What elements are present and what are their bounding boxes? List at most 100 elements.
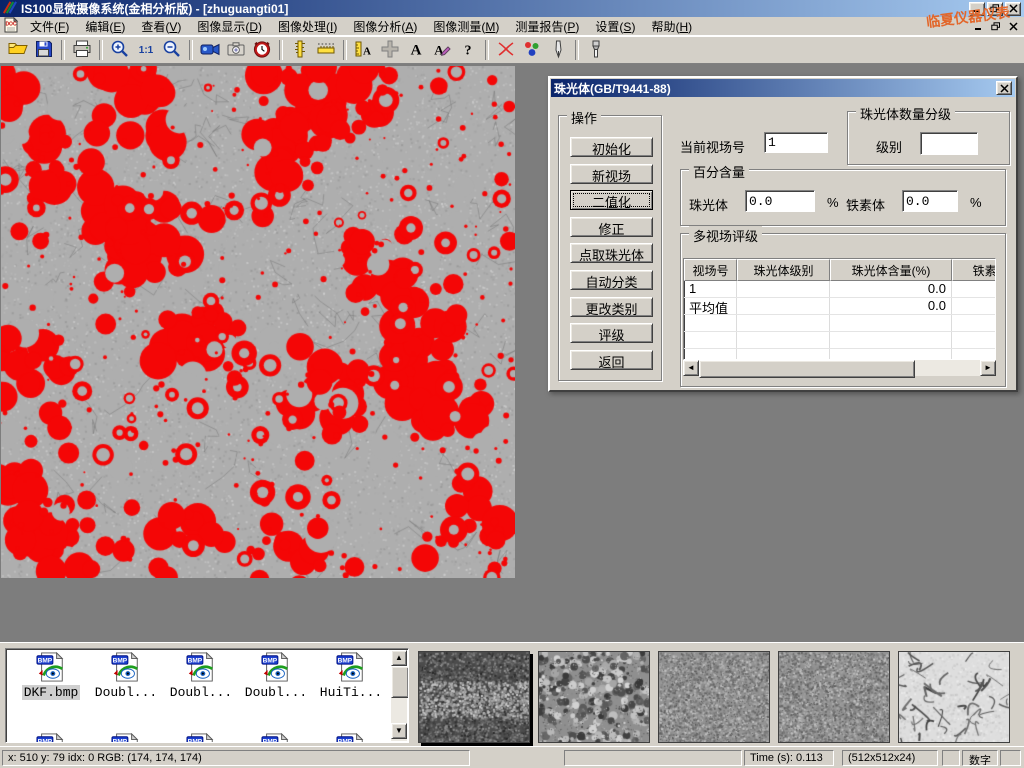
move-button[interactable] xyxy=(377,38,403,62)
video-camera-button[interactable] xyxy=(197,38,223,62)
status-time-panel: Time (s): 0.113 xyxy=(744,750,834,766)
percent-group: 百分含量 珠光体 % 铁素体 % xyxy=(680,169,1006,226)
timer-icon xyxy=(252,39,272,62)
op-button-9[interactable]: 返回 xyxy=(570,350,653,370)
status-mode-panel: 数字 xyxy=(962,750,998,766)
pearlite-percent-sign: % xyxy=(827,195,839,210)
table-horizontal-scrollbar[interactable]: ◄ ► xyxy=(683,360,996,376)
table-row[interactable] xyxy=(684,315,995,332)
table-cell xyxy=(952,315,996,331)
status-bar: x: 510 y: 79 idx: 0 RGB: (174, 174, 174)… xyxy=(0,746,1024,768)
image-thumbnail-3[interactable] xyxy=(658,651,770,743)
open-icon xyxy=(8,39,28,62)
pearlite-label: 珠光体 xyxy=(689,195,728,214)
table-cell xyxy=(952,298,996,314)
dialog-close-button[interactable] xyxy=(996,81,1012,95)
flashlight-button[interactable] xyxy=(583,38,609,62)
toolbar-separator xyxy=(99,40,103,60)
table-header-4[interactable]: 铁素体含量(%) xyxy=(952,259,996,281)
curve-delete-icon xyxy=(496,39,516,62)
one-to-one-icon: 1:1 xyxy=(136,39,156,62)
menu-item-5[interactable]: 图像处理(I) xyxy=(270,17,345,36)
svg-text:A: A xyxy=(411,42,422,58)
svg-text:?: ? xyxy=(465,43,472,58)
toolbar-separator xyxy=(485,40,489,60)
pen-icon xyxy=(548,39,568,62)
table-row[interactable]: 10.0 xyxy=(684,281,995,298)
table-row[interactable] xyxy=(684,349,995,360)
table-cell: 1 xyxy=(684,281,737,297)
level-input[interactable] xyxy=(920,132,978,155)
caliper-button[interactable] xyxy=(287,38,313,62)
menu-item-4[interactable]: 图像显示(D) xyxy=(189,17,270,36)
text-icon: A xyxy=(406,39,426,62)
image-thumbnail-2[interactable] xyxy=(538,651,650,743)
open-button[interactable] xyxy=(5,38,31,62)
print-button[interactable] xyxy=(69,38,95,62)
multi-field-group-legend: 多视场评级 xyxy=(689,226,762,245)
zoom-in-button[interactable] xyxy=(107,38,133,62)
toolbar-separator xyxy=(61,40,65,60)
print-icon xyxy=(72,39,92,62)
mode-label: 数字 xyxy=(969,755,991,766)
classify-colors-button[interactable] xyxy=(519,38,545,62)
menu-item-7[interactable]: 图像测量(M) xyxy=(425,17,507,36)
op-button-7[interactable]: 更改类别 xyxy=(570,297,653,317)
save-button[interactable] xyxy=(31,38,57,62)
op-button-4[interactable]: 修正 xyxy=(570,217,653,237)
image-thumbnail-4[interactable] xyxy=(778,651,890,743)
current-field-input[interactable] xyxy=(764,132,828,153)
op-button-8[interactable]: 评级 xyxy=(570,323,653,343)
ruler-button[interactable] xyxy=(313,38,339,62)
classify-colors-icon xyxy=(522,39,542,62)
menu-item-6[interactable]: 图像分析(A) xyxy=(345,17,425,36)
timer-button[interactable] xyxy=(249,38,275,62)
status-empty-panel-1 xyxy=(564,750,742,766)
op-button-5[interactable]: 点取珠光体 xyxy=(570,243,653,263)
op-button-2[interactable]: 新视场 xyxy=(570,164,653,184)
svg-text:DOC: DOC xyxy=(5,21,17,27)
pen-button[interactable] xyxy=(545,38,571,62)
menu-item-8[interactable]: 测量报告(P) xyxy=(507,17,587,36)
one-to-one-button[interactable]: 1:1 xyxy=(133,38,159,62)
table-cell xyxy=(952,281,996,297)
ferrite-percent-input[interactable] xyxy=(902,190,958,212)
grading-table[interactable]: 视场号珠光体级别珠光体含量(%)铁素体含量(%)10.0平均值0.0 xyxy=(683,258,996,360)
document-icon[interactable]: DOC xyxy=(3,17,19,36)
table-row[interactable] xyxy=(684,332,995,349)
menu-item-9[interactable]: 设置(S) xyxy=(587,17,643,36)
menu-item-2[interactable]: 编辑(E) xyxy=(77,17,133,36)
pearlite-percent-input[interactable] xyxy=(745,190,815,212)
table-row[interactable]: 平均值0.0 xyxy=(684,298,995,315)
svg-text:A: A xyxy=(363,45,371,57)
help-button[interactable]: ? xyxy=(455,38,481,62)
menu-item-10[interactable]: 帮助(H) xyxy=(643,17,700,36)
zoom-out-button[interactable] xyxy=(159,38,185,62)
table-header-1[interactable]: 视场号 xyxy=(684,259,737,281)
table-cell xyxy=(830,315,952,331)
measure-text-button[interactable]: A xyxy=(351,38,377,62)
metallographic-image[interactable] xyxy=(1,66,515,578)
image-dimensions: (512x512x24) xyxy=(848,752,915,764)
menu-item-1[interactable]: 文件(F) xyxy=(22,17,77,36)
text-button[interactable]: A xyxy=(403,38,429,62)
menu-item-3[interactable]: 查看(V) xyxy=(133,17,189,36)
op-button-3[interactable]: 二值化 xyxy=(570,190,653,210)
photo-camera-button[interactable] xyxy=(223,38,249,62)
scrollbar-thumb[interactable] xyxy=(699,360,915,378)
dialog-title-bar[interactable]: 珠光体(GB/T9441-88) xyxy=(551,79,1015,97)
image-thumbnail-5[interactable] xyxy=(898,651,1010,743)
scroll-right-button[interactable]: ► xyxy=(980,360,996,376)
pearlite-dialog: 珠光体(GB/T9441-88) 操作 初始化新视场二值化修正点取珠光体自动分类… xyxy=(548,76,1018,392)
table-header-3[interactable]: 珠光体含量(%) xyxy=(830,259,952,281)
table-header-2[interactable]: 珠光体级别 xyxy=(737,259,830,281)
text-edit-button[interactable]: A xyxy=(429,38,455,62)
image-thumbnail-1[interactable] xyxy=(418,651,530,743)
op-button-1[interactable]: 初始化 xyxy=(570,137,653,157)
scroll-left-button[interactable]: ◄ xyxy=(683,360,699,376)
flashlight-icon xyxy=(586,39,606,62)
op-button-6[interactable]: 自动分类 xyxy=(570,270,653,290)
operation-group-legend: 操作 xyxy=(567,108,601,127)
curve-delete-button[interactable] xyxy=(493,38,519,62)
table-cell xyxy=(684,349,737,360)
